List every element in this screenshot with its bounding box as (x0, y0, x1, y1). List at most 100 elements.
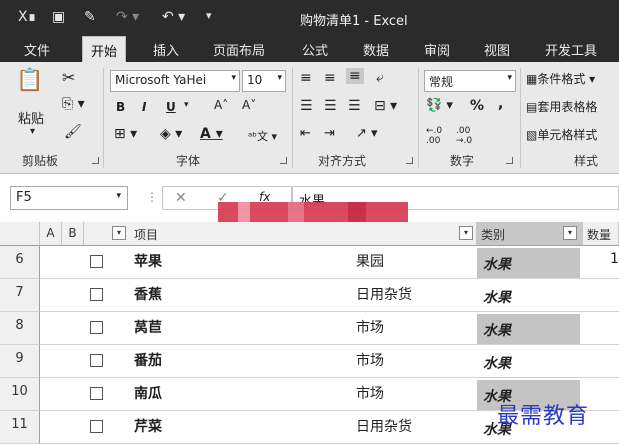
italic-button[interactable]: I (142, 100, 146, 114)
underline-button[interactable]: U (166, 100, 176, 114)
row-checkbox[interactable] (90, 288, 103, 301)
save-icon[interactable]: ▣ (52, 9, 65, 25)
item-cell[interactable]: 番茄 (134, 350, 162, 370)
tab-insert[interactable]: 插入 (153, 40, 179, 59)
row-header[interactable]: 8 (0, 312, 40, 345)
tab-page-layout[interactable]: 页面布局 (213, 40, 265, 59)
bold-button[interactable]: B (116, 100, 125, 114)
select-all-corner[interactable] (0, 222, 40, 246)
alignment-launcher-icon[interactable] (406, 157, 413, 164)
paste-button[interactable]: 粘贴 (18, 108, 44, 127)
clipboard-launcher-icon[interactable] (92, 157, 99, 164)
border-icon[interactable]: ⊞ ▾ (114, 126, 137, 142)
format-painter-icon[interactable]: 🖌 (64, 124, 82, 140)
format-painter-quick-icon[interactable]: ✎ (84, 9, 96, 25)
filter-dropdown-icon[interactable]: ▾ (112, 226, 126, 240)
row-checkbox[interactable] (90, 255, 103, 268)
item-cell[interactable]: 南瓜 (134, 383, 162, 403)
number-format-select[interactable]: 常规 ▾ (424, 70, 516, 92)
wrap-text-icon[interactable]: ⤶ (376, 70, 384, 86)
copy-icon[interactable]: ⎘ ▾ (62, 96, 85, 112)
increase-decimal-button[interactable]: ←.0 .00 (426, 126, 454, 146)
source-cell[interactable]: 市场 (356, 383, 384, 403)
row-checkbox[interactable] (90, 321, 103, 334)
format-as-table-button[interactable]: ▤套用表格格 (526, 98, 597, 115)
source-cell[interactable]: 市场 (356, 317, 384, 337)
column-header-category[interactable]: 类别 ▾ (477, 222, 583, 246)
undo-icon[interactable]: ↶ ▾ (162, 9, 185, 25)
chevron-down-icon[interactable]: ▾ (184, 100, 189, 110)
row-header[interactable]: 9 (0, 345, 40, 378)
paste-dropdown-icon[interactable]: ▾ (30, 126, 35, 137)
tab-file[interactable]: 文件 (24, 40, 50, 59)
align-right-icon[interactable]: ☰ (348, 98, 361, 114)
cancel-icon[interactable]: ✕ (175, 190, 187, 206)
item-cell[interactable]: 莴苣 (134, 317, 162, 337)
qty-cell[interactable]: 1. (610, 251, 619, 267)
align-middle-icon[interactable]: ≡ (324, 70, 336, 86)
ribbon-tabs: 文件 开始 插入 页面布局 公式 数据 审阅 视图 开发工具 (0, 36, 619, 62)
filter-dropdown-icon[interactable]: ▾ (563, 226, 577, 240)
align-center-icon[interactable]: ☰ (324, 98, 337, 114)
category-cell[interactable]: 水果 (477, 281, 580, 311)
increase-indent-icon[interactable]: ⇥ (324, 126, 335, 141)
category-cell[interactable]: 水果 (477, 314, 580, 344)
item-cell[interactable]: 香蕉 (134, 284, 162, 304)
font-color-icon[interactable]: A ▾ (200, 126, 223, 142)
tab-view[interactable]: 视图 (484, 40, 510, 59)
cut-icon[interactable]: ✂ (62, 68, 75, 87)
decrease-indent-icon[interactable]: ⇤ (300, 126, 311, 141)
align-left-icon[interactable]: ☰ (300, 98, 313, 114)
source-cell[interactable]: 日用杂货 (356, 284, 412, 304)
source-cell[interactable]: 果园 (356, 251, 384, 271)
decrease-decimal-button[interactable]: .00 →.0 (456, 126, 484, 146)
font-name-select[interactable]: Microsoft YaHei ▾ (110, 70, 240, 92)
phonetic-icon[interactable]: ᵃᵇ文 ▾ (248, 128, 277, 144)
accounting-format-icon[interactable]: 💱 ▾ (426, 98, 453, 113)
category-cell[interactable]: 水果 (477, 347, 580, 377)
conditional-format-button[interactable]: ▦条件格式 ▾ (526, 70, 595, 87)
font-size-select[interactable]: 10 ▾ (242, 70, 286, 92)
row-header[interactable]: 6 (0, 246, 40, 279)
tab-home[interactable]: 开始 (82, 36, 127, 62)
customize-toolbar-icon[interactable]: ▾ (206, 9, 212, 22)
align-bottom-icon[interactable]: ≡ (346, 68, 364, 84)
source-cell[interactable]: 日用杂货 (356, 416, 412, 436)
source-cell[interactable]: 市场 (356, 350, 384, 370)
shrink-font-button[interactable]: A˅ (242, 98, 256, 112)
column-header-qty[interactable]: 数量 (583, 222, 619, 246)
tab-data[interactable]: 数据 (363, 40, 389, 59)
row-header[interactable]: 11 (0, 411, 40, 444)
comma-button[interactable]: , (498, 96, 503, 112)
number-launcher-icon[interactable] (506, 157, 513, 164)
paste-icon[interactable]: 📋 (16, 68, 43, 93)
orientation-icon[interactable]: ↗ ▾ (356, 126, 378, 141)
tab-formulas[interactable]: 公式 (302, 40, 328, 59)
row-header[interactable]: 10 (0, 378, 40, 411)
merge-center-icon[interactable]: ⊟ ▾ (374, 98, 397, 114)
chevron-down-icon: ▾ (277, 73, 282, 83)
group-number-label: 数字 (450, 154, 475, 168)
percent-button[interactable]: % (470, 98, 484, 114)
item-cell[interactable]: 芹菜 (134, 416, 162, 436)
fill-color-icon[interactable]: ◈ ▾ (160, 126, 182, 142)
cell-styles-button[interactable]: ▧单元格样式 (526, 126, 597, 143)
row-checkbox[interactable] (90, 387, 103, 400)
column-header-item[interactable]: ▾ 项目 ▾ (84, 222, 477, 246)
name-box[interactable]: F5 ▾ (10, 186, 128, 210)
row-checkbox[interactable] (90, 354, 103, 367)
ribbon: 📋 ✂ ⎘ ▾ 🖌 粘贴 ▾ 剪贴板 Microsoft YaHei ▾ 10 ▾ … (0, 62, 619, 174)
column-header-a[interactable]: A (40, 222, 62, 246)
tab-review[interactable]: 审阅 (424, 40, 450, 59)
row-checkbox[interactable] (90, 420, 103, 433)
item-cell[interactable]: 苹果 (134, 251, 162, 271)
column-header-b[interactable]: B (62, 222, 84, 246)
font-launcher-icon[interactable] (280, 157, 287, 164)
align-top-icon[interactable]: ≡ (300, 70, 312, 86)
redo-icon[interactable]: ↷ ▾ (116, 9, 139, 25)
grow-font-button[interactable]: A˄ (214, 98, 228, 112)
category-cell[interactable]: 水果 (477, 248, 580, 278)
filter-dropdown-icon[interactable]: ▾ (459, 226, 473, 240)
row-header[interactable]: 7 (0, 279, 40, 312)
tab-developer[interactable]: 开发工具 (545, 40, 597, 59)
